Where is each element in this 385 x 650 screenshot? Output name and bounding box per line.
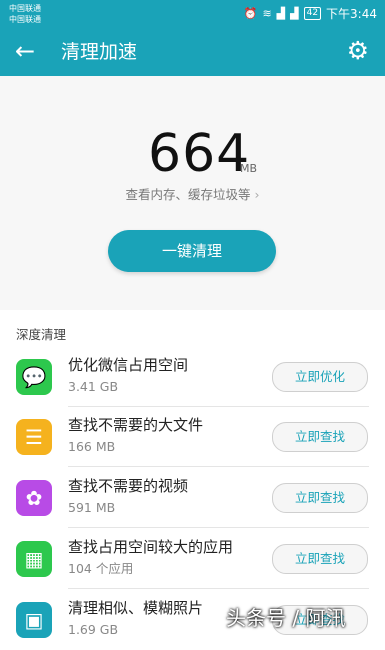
optimize-button[interactable]: 立即优化 [272,362,368,392]
wifi-icon: ≋ [262,7,272,20]
item-size: 3.41 GB [68,379,119,394]
summary-panel: 664 MB 查看内存、缓存垃圾等 › 一键清理 [0,76,385,310]
item-name: 查找不需要的大文件 [68,416,204,434]
divider [68,527,369,528]
junk-size-value: 664 [148,124,251,184]
clock: 下午3:44 [326,7,377,21]
divider [68,466,369,467]
find-button[interactable]: 立即查找 [272,483,368,513]
section-title: 深度清理 [16,327,67,342]
wechat-icon: 💬 [16,359,52,395]
item-name: 查找不需要的视频 [68,477,189,495]
battery-indicator: 42 [303,7,322,20]
item-size: 104 个应用 [68,561,134,576]
arrow-left-icon[interactable]: ← [15,37,35,65]
alarm-icon: ⏰ [243,7,258,20]
document-icon: ☰ [16,419,52,455]
item-size: 1.69 GB [68,622,119,637]
item-size: 591 MB [68,500,116,515]
list-item[interactable]: ☰ 查找不需要的大文件 166 MB 立即查找 [0,407,385,467]
list-item[interactable]: ✿ 查找不需要的视频 591 MB 立即查找 [0,468,385,528]
carrier-label: 中国联通 [9,15,41,24]
apps-grid-icon: ▦ [16,541,52,577]
signal-icon: ▟ [276,7,286,20]
carrier-label: 中国联通 [9,4,41,13]
details-link[interactable]: 查看内存、缓存垃圾等 › [0,184,385,203]
item-name: 优化微信占用空间 [68,356,189,374]
item-name: 清理相似、模糊照片 [68,599,204,617]
app-bar: ← 清理加速 ⚙ [0,28,385,76]
video-reel-icon: ✿ [16,480,52,516]
page-title: 清理加速 [61,41,138,63]
list-item[interactable]: 💬 优化微信占用空间 3.41 GB 立即优化 [0,347,385,407]
details-link-label: 查看内存、缓存垃圾等 [125,187,251,202]
divider [68,588,369,589]
item-size: 166 MB [68,439,116,454]
watermark: 头条号 / 阿汛 [226,606,346,630]
signal-icon: ▟ [290,7,299,20]
chevron-right-icon: › [254,187,260,202]
gear-icon[interactable]: ⚙ [347,37,369,65]
item-name: 查找占用空间较大的应用 [68,538,234,556]
status-bar: 中国联通 中国联通 ⏰ ≋ ▟ ▟ 42 下午3:44 [0,0,385,28]
find-button[interactable]: 立即查找 [272,544,368,574]
list-item[interactable]: ▦ 查找占用空间较大的应用 104 个应用 立即查找 [0,529,385,589]
junk-size-unit: MB [240,162,258,175]
one-tap-clean-button[interactable]: 一键清理 [108,230,276,272]
photo-icon: ▣ [16,602,52,638]
find-button[interactable]: 立即查找 [272,422,368,452]
